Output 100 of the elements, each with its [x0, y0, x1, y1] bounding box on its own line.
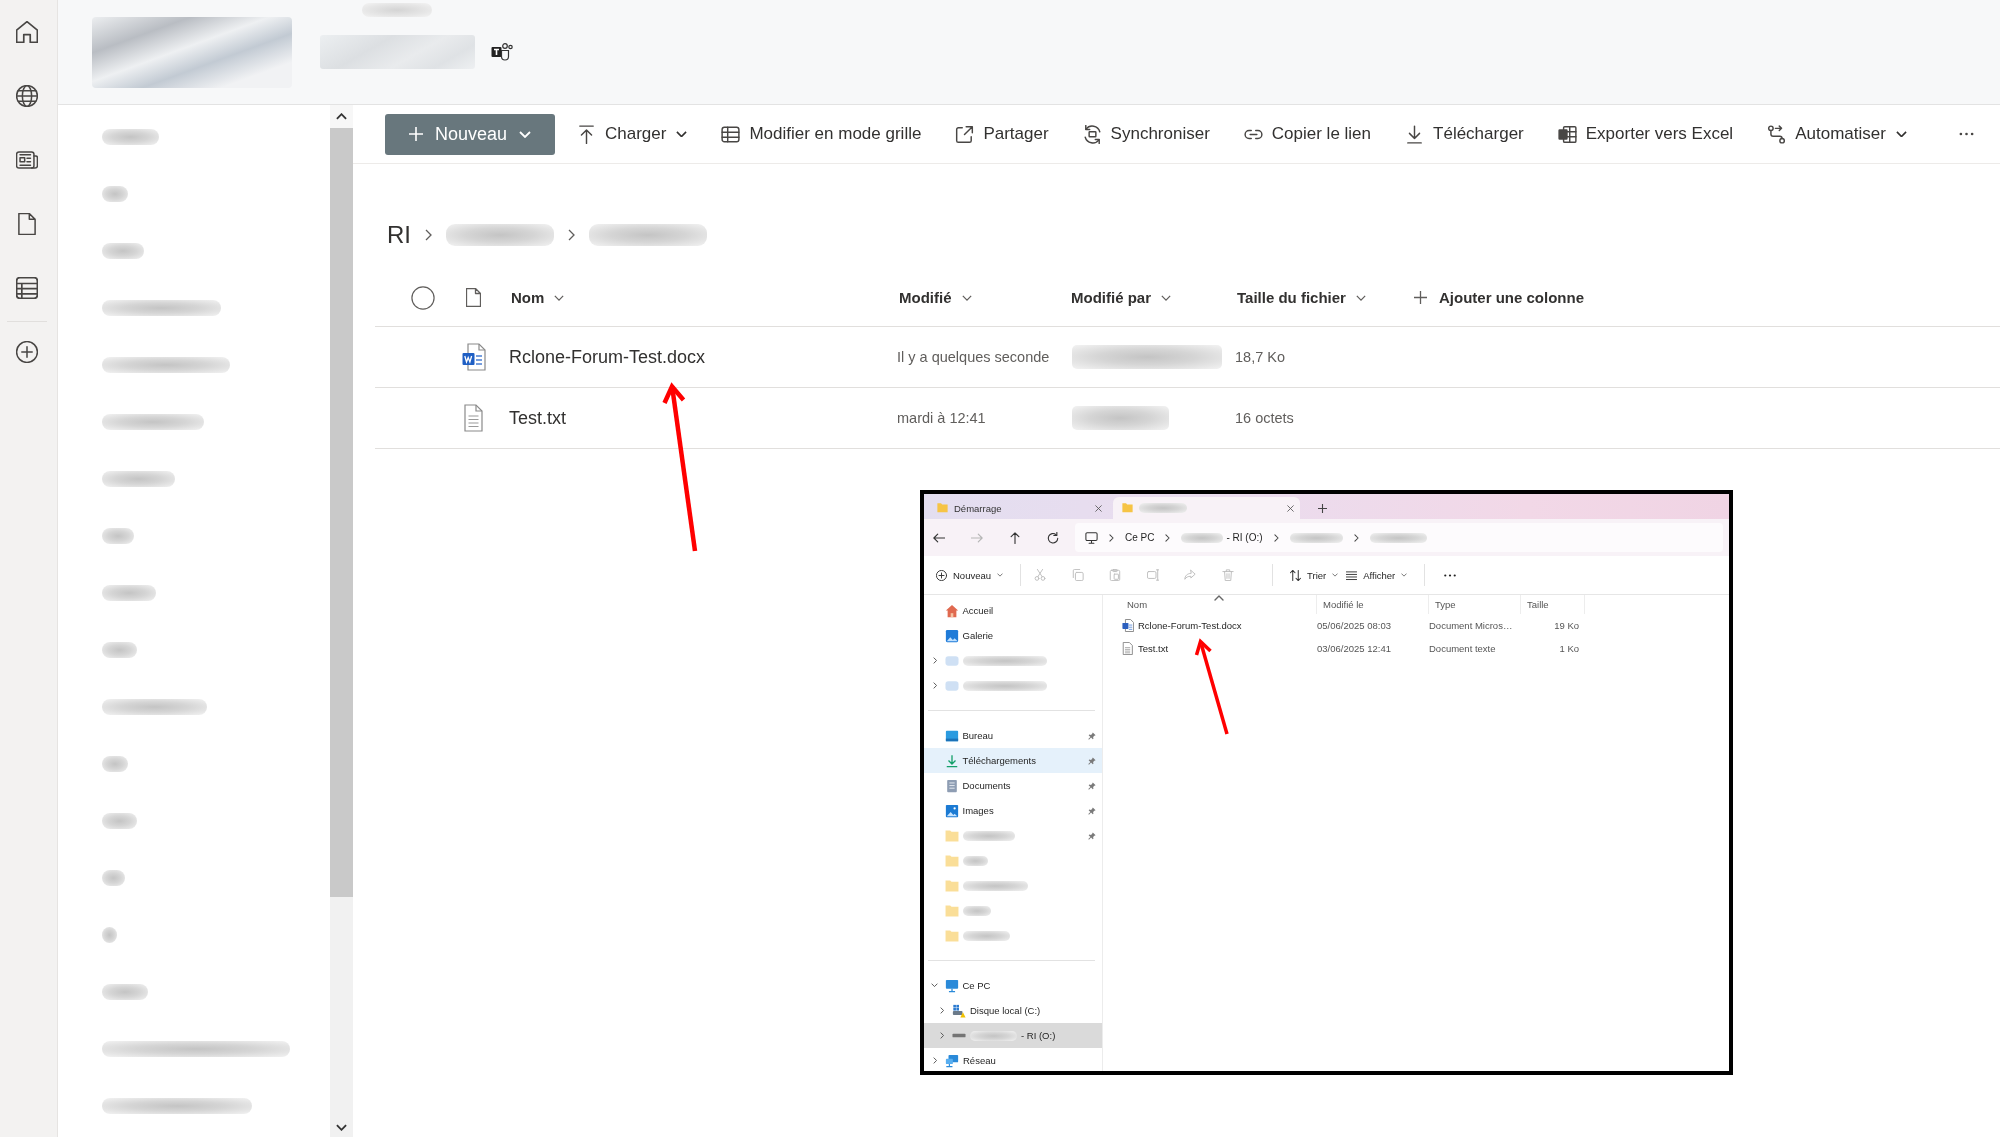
home-icon[interactable]: [15, 21, 38, 43]
address-bar[interactable]: Ce PC - RI (O:): [1075, 523, 1723, 552]
nav-item[interactable]: Ce PC: [924, 973, 1102, 998]
address-crumb[interactable]: Ce PC: [1125, 532, 1155, 543]
word-file-icon: [1122, 619, 1134, 632]
nav-item[interactable]: Documents: [924, 773, 1102, 798]
nav-item[interactable]: Téléchargements: [924, 748, 1102, 773]
modified-date: 05/06/2025 08:03: [1317, 620, 1391, 631]
share-icon: [955, 124, 975, 144]
column-header[interactable]: Nom: [497, 285, 573, 310]
more-icon[interactable]: [1959, 132, 1974, 136]
redacted-nav-link[interactable]: [102, 128, 159, 145]
redacted-nav-link[interactable]: [102, 983, 148, 1000]
new-tab-icon[interactable]: [1318, 504, 1327, 513]
scrollbar-thumb[interactable]: [330, 128, 353, 897]
scroll-up-icon[interactable]: [336, 113, 347, 120]
chevron-down-icon: [1161, 294, 1171, 301]
redacted-nav-link[interactable]: [102, 812, 137, 829]
column-header[interactable]: Type: [1429, 595, 1521, 614]
redacted-nav-link[interactable]: [102, 527, 134, 544]
redacted-address-crumb[interactable]: [1369, 532, 1427, 543]
back-icon[interactable]: [933, 531, 945, 544]
chevron-right-icon[interactable]: [939, 1007, 944, 1014]
new-menu-button[interactable]: Nouveau: [932, 566, 1008, 584]
toolbar-button[interactable]: Synchroniser: [1072, 114, 1220, 154]
chevron-down-icon: [554, 294, 565, 301]
plus-icon: [1414, 291, 1427, 304]
redacted-nav-link[interactable]: [102, 470, 175, 487]
redacted-nav-link[interactable]: [102, 698, 207, 715]
close-icon[interactable]: [1095, 504, 1102, 512]
team-icon[interactable]: [491, 42, 513, 62]
redacted-nav-link[interactable]: [102, 1097, 252, 1114]
refresh-icon[interactable]: [1047, 531, 1059, 544]
redacted-nav-link[interactable]: [102, 185, 128, 202]
chevron-right-icon[interactable]: [939, 1032, 944, 1039]
breadcrumb-link[interactable]: RI: [387, 221, 411, 249]
view-menu-button[interactable]: Afficher: [1342, 566, 1412, 584]
nav-item[interactable]: Images: [924, 798, 1102, 823]
add-column-button[interactable]: Ajouter une colonne: [1405, 285, 1592, 310]
redacted-nav-link[interactable]: [102, 356, 230, 373]
chevron-right-icon[interactable]: [932, 1057, 937, 1064]
toolbar-button[interactable]: Automatiser: [1757, 114, 1917, 154]
view-icon: [1346, 569, 1358, 581]
globe-icon[interactable]: [15, 85, 38, 107]
redacted-nav-link[interactable]: [102, 413, 204, 430]
redacted-nav-link[interactable]: [102, 869, 125, 886]
file-row[interactable]: Rclone-Forum-Test.docx Il y a quelques seconde 18,7 Ko: [375, 327, 2000, 388]
redacted-nav-link[interactable]: [102, 641, 137, 658]
more-icon[interactable]: [1444, 573, 1457, 577]
toolbar-button[interactable]: Partager: [945, 114, 1059, 154]
file-size: 18,7 Ko: [1234, 349, 1285, 365]
nav-item[interactable]: Galerie: [924, 623, 1102, 648]
redacted-nav-link[interactable]: [102, 242, 144, 259]
redacted-breadcrumb-link[interactable]: [446, 224, 554, 246]
redacted-address-crumb[interactable]: [1289, 532, 1343, 543]
explorer-tab[interactable]: Démarrage: [928, 497, 1108, 519]
blurred-site-logo[interactable]: [92, 16, 292, 88]
column-header[interactable]: Modifié par: [1062, 285, 1179, 310]
list-icon[interactable]: [15, 277, 38, 299]
toolbar-button[interactable]: Copier le lien: [1233, 114, 1382, 154]
redacted-nav-link[interactable]: [102, 1040, 290, 1057]
select-all-checkbox[interactable]: [411, 285, 435, 310]
toolbar-button[interactable]: Modifier en mode grille: [711, 114, 932, 154]
chevron-right-icon[interactable]: [932, 682, 937, 689]
file-name-link[interactable]: Test.txt: [497, 407, 566, 429]
nav-item[interactable]: - RI (O:): [924, 1023, 1102, 1048]
column-header[interactable]: Nom: [1121, 595, 1317, 614]
redacted-breadcrumb-link[interactable]: [589, 224, 707, 246]
nav-item[interactable]: Réseau: [924, 1048, 1102, 1071]
close-icon[interactable]: [1287, 504, 1294, 512]
up-arrow-icon[interactable]: [1009, 531, 1021, 544]
chevron-right-icon[interactable]: [932, 657, 937, 664]
nav-item[interactable]: Bureau: [924, 723, 1102, 748]
file-name[interactable]: Rclone-Forum-Test.docx: [1138, 620, 1242, 631]
scroll-down-icon[interactable]: [336, 1124, 347, 1131]
nav-item[interactable]: Accueil: [924, 598, 1102, 623]
sort-menu-button[interactable]: Trier: [1286, 566, 1343, 584]
toolbar-button[interactable]: Charger: [567, 114, 698, 154]
redacted-nav-link[interactable]: [102, 926, 117, 943]
document-icon[interactable]: [15, 213, 38, 235]
add-icon[interactable]: [15, 341, 38, 363]
scrollbar[interactable]: [330, 105, 353, 1137]
address-crumb[interactable]: - RI (O:): [1181, 532, 1263, 543]
news-icon[interactable]: [15, 149, 38, 171]
column-header[interactable]: Modifié: [890, 285, 980, 310]
column-header[interactable]: Taille du fichier: [1228, 285, 1374, 310]
redacted-nav-link[interactable]: [102, 584, 156, 601]
toolbar-button[interactable]: Exporter vers Excel: [1547, 114, 1744, 154]
new-button[interactable]: Nouveau: [385, 113, 555, 155]
chevron-down-icon[interactable]: [931, 983, 938, 988]
column-header[interactable]: Taille: [1521, 595, 1585, 614]
file-row[interactable]: Test.txt mardi à 12:41 16 octets: [375, 388, 2000, 449]
column-header[interactable]: Modifié le: [1317, 595, 1429, 614]
file-name[interactable]: Test.txt: [1138, 643, 1169, 654]
toolbar-button[interactable]: Télécharger: [1395, 114, 1534, 154]
redacted-nav-link[interactable]: [102, 299, 221, 316]
redacted-nav-link[interactable]: [102, 755, 128, 772]
file-name-link[interactable]: Rclone-Forum-Test.docx: [497, 346, 706, 368]
nav-item[interactable]: Disque local (C:): [924, 998, 1102, 1023]
chevron-right-icon: [1165, 533, 1171, 542]
